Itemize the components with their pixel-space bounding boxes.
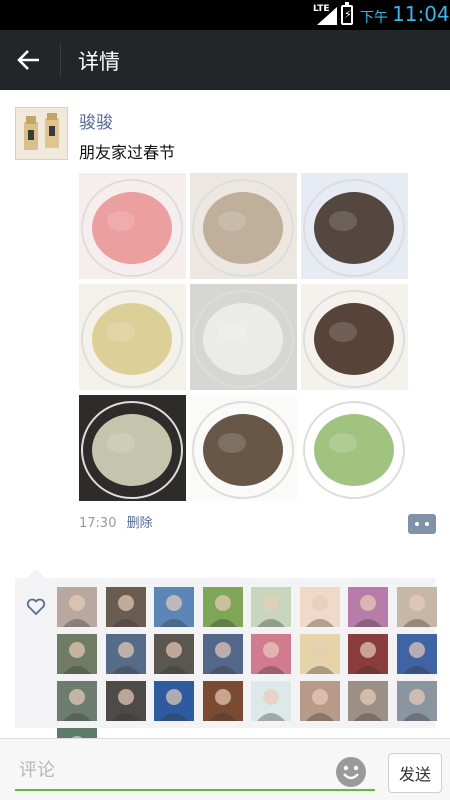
author-name[interactable]: 骏骏 [79, 108, 113, 133]
like-avatar-6[interactable] [299, 587, 340, 627]
like-avatar-5[interactable] [251, 587, 291, 627]
like-avatar-4[interactable] [202, 587, 243, 627]
nav-divider [60, 44, 61, 76]
photo-dumplings[interactable] [190, 284, 297, 390]
photo-mushroom-dish[interactable] [301, 173, 408, 279]
photo-sliced-meat[interactable] [190, 395, 297, 501]
photo-grid [79, 173, 409, 501]
like-avatar-10[interactable] [105, 634, 146, 674]
battery-icon: ⚡ [341, 2, 353, 25]
status-bar: LTE ⚡ 下午 11:04 [0, 0, 450, 30]
like-avatar-23[interactable] [348, 681, 388, 721]
photo-braised-tripe[interactable] [190, 173, 297, 279]
like-avatar-19[interactable] [154, 681, 194, 721]
like-avatar-12[interactable] [202, 634, 243, 674]
send-button[interactable]: 发送 [388, 753, 442, 793]
like-avatar-18[interactable] [105, 681, 146, 721]
comment-bar: 发送 [0, 738, 450, 800]
likes-panel [15, 578, 437, 768]
post-text: 朋友家过春节 [79, 143, 176, 162]
like-avatar-20[interactable] [202, 681, 243, 721]
like-avatar-22[interactable] [299, 681, 340, 721]
like-avatar-21[interactable] [251, 681, 291, 721]
heart-icon [26, 598, 46, 615]
emoji-icon[interactable] [335, 756, 367, 788]
like-avatar-13[interactable] [251, 634, 291, 674]
like-avatar-7[interactable] [348, 587, 388, 627]
like-avatar-9[interactable] [57, 634, 97, 674]
like-avatar-11[interactable] [154, 634, 194, 674]
like-avatar-1[interactable] [57, 587, 97, 627]
like-avatar-15[interactable] [348, 634, 388, 674]
status-clock: 11:04 [392, 2, 450, 26]
photo-shrimp-broccoli[interactable] [301, 395, 408, 501]
like-avatar-16[interactable] [396, 634, 437, 674]
post-meta: 17:30 删除 [79, 512, 153, 531]
like-avatar-3[interactable] [154, 587, 194, 627]
delete-link[interactable]: 删除 [127, 516, 153, 531]
comment-menu-icon[interactable] [408, 514, 436, 534]
author-avatar[interactable] [15, 107, 68, 160]
page-title: 详情 [78, 50, 120, 74]
nav-bar: 详情 [0, 30, 450, 90]
photo-noodle-salad[interactable] [79, 284, 186, 390]
signal-icon [317, 7, 337, 25]
status-ampm: 下午 [360, 10, 388, 26]
photo-braised-beef[interactable] [301, 284, 408, 390]
likes-pointer [27, 569, 45, 578]
like-avatar-24[interactable] [396, 681, 437, 721]
comment-input[interactable] [15, 751, 375, 791]
back-arrow-icon[interactable] [14, 45, 44, 75]
photo-sliced-bamboo[interactable] [79, 395, 186, 501]
like-avatar-17[interactable] [57, 681, 97, 721]
like-avatar-2[interactable] [105, 587, 146, 627]
photo-sliced-ham[interactable] [79, 173, 186, 279]
post-time: 17:30 [79, 516, 117, 531]
like-avatar-14[interactable] [299, 634, 340, 674]
like-avatar-8[interactable] [396, 587, 437, 627]
